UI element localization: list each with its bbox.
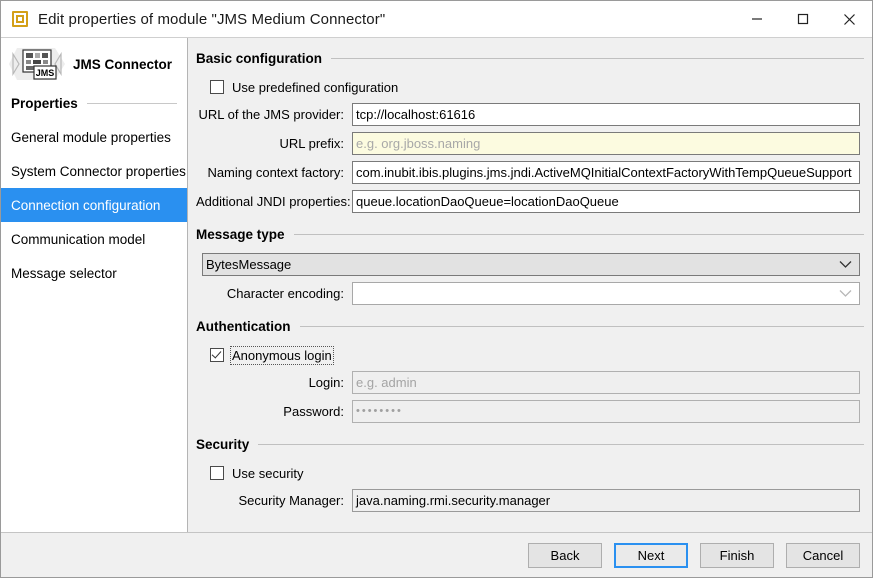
login-label: Login:: [196, 375, 352, 390]
next-button[interactable]: Next: [614, 543, 688, 568]
jms-connector-icon: JMS: [9, 44, 69, 84]
character-encoding-label: Character encoding:: [196, 286, 352, 301]
anonymous-login-checkbox[interactable]: [210, 348, 224, 362]
sidebar-item-label: Connection configuration: [11, 198, 160, 213]
use-security-label: Use security: [232, 466, 304, 481]
window-title: Edit properties of module "JMS Medium Co…: [38, 11, 385, 28]
cancel-button[interactable]: Cancel: [786, 543, 860, 568]
module-properties-icon: [12, 11, 28, 27]
sidebar-section-title: Properties: [11, 96, 78, 111]
message-type-select[interactable]: BytesMessage: [202, 253, 860, 276]
sidebar-item-label: General module properties: [11, 130, 171, 145]
sidebar-item-general-module-properties[interactable]: General module properties: [1, 120, 187, 154]
section-rule: [300, 326, 865, 327]
use-security-row[interactable]: Use security: [196, 460, 866, 486]
security-manager-row: Security Manager: java.naming.rmi.securi…: [196, 486, 866, 514]
url-prefix-row: URL prefix: e.g. org.jboss.naming: [196, 129, 866, 157]
login-input[interactable]: e.g. admin: [352, 371, 860, 394]
security-manager-label: Security Manager:: [196, 493, 352, 508]
section-rule: [294, 234, 864, 235]
section-security-header: Security: [196, 434, 866, 454]
sidebar-item-communication-model[interactable]: Communication model: [1, 222, 187, 256]
sidebar-item-system-connector-properties[interactable]: System Connector properties: [1, 154, 187, 188]
close-icon[interactable]: [826, 1, 872, 37]
sidebar-section-header: Properties: [1, 92, 187, 114]
additional-jndi-properties-row: Additional JNDI properties: queue.locati…: [196, 187, 866, 215]
sidebar: JMS JMS Connector Properties General mod…: [1, 38, 188, 532]
naming-context-factory-label: Naming context factory:: [196, 165, 352, 180]
section-basic-configuration-header: Basic configuration: [196, 48, 866, 68]
dialog-body: JMS JMS Connector Properties General mod…: [1, 37, 872, 532]
section-title: Security: [196, 437, 249, 452]
back-button[interactable]: Back: [528, 543, 602, 568]
anonymous-login-row[interactable]: Anonymous login: [196, 342, 866, 368]
module-header: JMS JMS Connector: [1, 38, 187, 86]
use-security-checkbox[interactable]: [210, 466, 224, 480]
sidebar-item-label: System Connector properties: [11, 164, 186, 179]
main-panel: Basic configuration Use predefined confi…: [188, 38, 872, 532]
url-prefix-input[interactable]: e.g. org.jboss.naming: [352, 132, 860, 155]
sidebar-item-connection-configuration[interactable]: Connection configuration: [1, 188, 187, 222]
section-rule: [258, 444, 864, 445]
section-message-type-header: Message type: [196, 224, 866, 244]
minimize-icon[interactable]: [734, 1, 780, 37]
maximize-icon[interactable]: [780, 1, 826, 37]
login-row: Login: e.g. admin: [196, 368, 866, 396]
url-of-jms-provider-label: URL of the JMS provider:: [196, 107, 352, 122]
naming-context-factory-input[interactable]: com.inubit.ibis.plugins.jms.jndi.ActiveM…: [352, 161, 860, 184]
dialog-window: Edit properties of module "JMS Medium Co…: [0, 0, 873, 578]
sidebar-item-label: Message selector: [11, 266, 117, 281]
sidebar-section-rule: [87, 103, 177, 104]
use-predefined-configuration-checkbox[interactable]: [210, 80, 224, 94]
module-name: JMS Connector: [73, 57, 172, 72]
sidebar-item-label: Communication model: [11, 232, 145, 247]
additional-jndi-properties-input[interactable]: queue.locationDaoQueue=locationDaoQueue: [352, 190, 860, 213]
character-encoding-select[interactable]: [352, 282, 860, 305]
svg-text:JMS: JMS: [36, 68, 55, 78]
naming-context-factory-row: Naming context factory: com.inubit.ibis.…: [196, 158, 866, 186]
finish-button[interactable]: Finish: [700, 543, 774, 568]
security-manager-input[interactable]: java.naming.rmi.security.manager: [352, 489, 860, 512]
password-row: Password: ••••••••: [196, 397, 866, 425]
sidebar-item-message-selector[interactable]: Message selector: [1, 256, 187, 290]
chevron-down-icon: [839, 286, 852, 301]
use-predefined-configuration-label: Use predefined configuration: [232, 80, 398, 95]
section-title: Authentication: [196, 319, 291, 334]
message-type-value: BytesMessage: [206, 257, 839, 272]
section-title: Basic configuration: [196, 51, 322, 66]
url-of-jms-provider-input[interactable]: tcp://localhost:61616: [352, 103, 860, 126]
password-label: Password:: [196, 404, 352, 419]
section-authentication-header: Authentication: [196, 316, 866, 336]
url-prefix-label: URL prefix:: [196, 136, 352, 151]
window-controls: [734, 1, 872, 37]
section-rule: [331, 58, 864, 59]
use-predefined-configuration-row[interactable]: Use predefined configuration: [196, 74, 866, 100]
anonymous-login-label: Anonymous login: [232, 348, 332, 363]
url-of-jms-provider-row: URL of the JMS provider: tcp://localhost…: [196, 100, 866, 128]
section-title: Message type: [196, 227, 285, 242]
additional-jndi-properties-label: Additional JNDI properties:: [196, 194, 352, 209]
message-type-row: BytesMessage: [196, 250, 866, 278]
dialog-footer: Back Next Finish Cancel: [1, 532, 872, 577]
character-encoding-row: Character encoding:: [196, 279, 866, 307]
password-input[interactable]: ••••••••: [352, 400, 860, 423]
chevron-down-icon: [839, 257, 852, 272]
title-bar: Edit properties of module "JMS Medium Co…: [1, 1, 872, 37]
